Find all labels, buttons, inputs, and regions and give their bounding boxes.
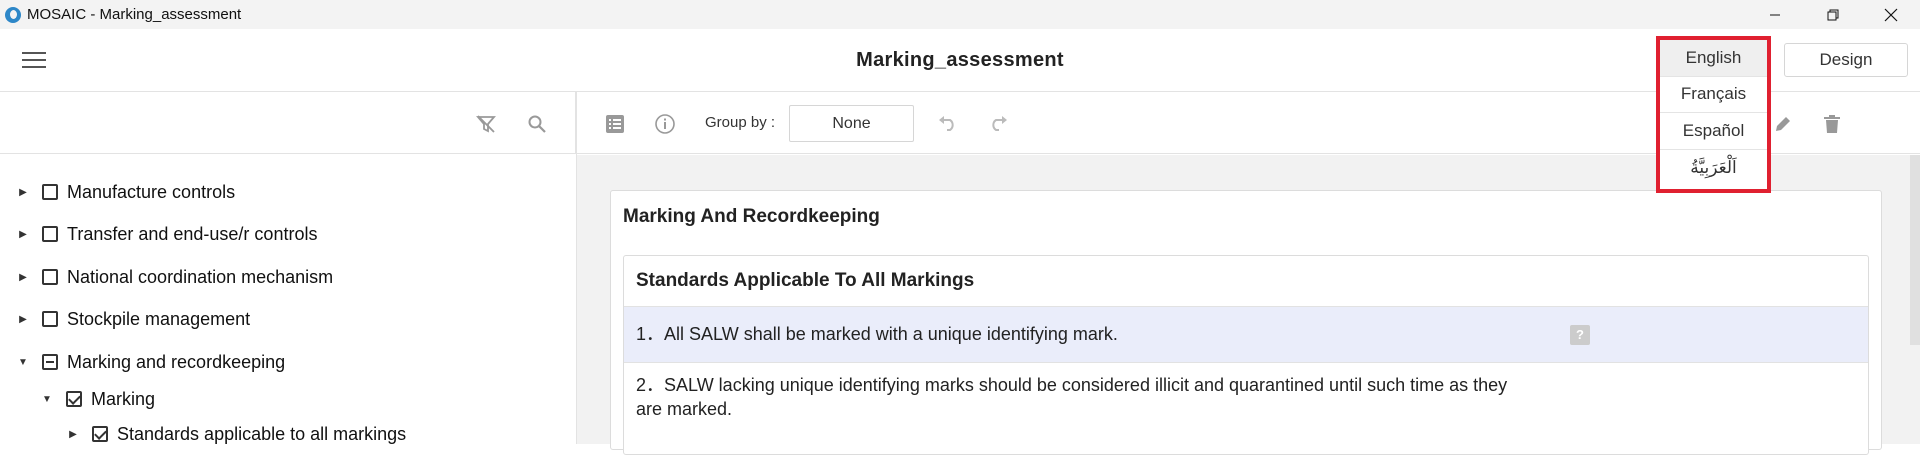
app-header: Marking_assessment Design bbox=[0, 29, 1920, 92]
close-icon bbox=[1884, 8, 1898, 21]
redo-icon[interactable] bbox=[986, 112, 1010, 136]
tree-checkbox[interactable] bbox=[42, 354, 58, 370]
mosaic-logo-icon bbox=[5, 6, 21, 23]
minimize-icon bbox=[1770, 14, 1780, 15]
restore-icon bbox=[1827, 9, 1839, 20]
help-icon[interactable]: ? bbox=[1570, 325, 1590, 345]
tree-item-label: Manufacture controls bbox=[67, 181, 236, 202]
language-option-spanish[interactable]: Español bbox=[1660, 113, 1767, 150]
edit-icon[interactable] bbox=[1771, 112, 1795, 136]
language-option-french[interactable]: Français bbox=[1660, 77, 1767, 113]
undo-icon[interactable] bbox=[936, 112, 960, 136]
window-title: MOSAIC - Marking_assessment bbox=[27, 6, 242, 23]
tree-checkbox[interactable] bbox=[42, 311, 58, 327]
tree-view: ▶ Manufacture controls ▶ Transfer and en… bbox=[0, 155, 576, 444]
subsection-card: Standards Applicable To All Markings 1．A… bbox=[623, 255, 1869, 455]
section-card: Marking And Recordkeeping Standards Appl… bbox=[610, 190, 1882, 455]
tree-item-label: Transfer and end-use/r controls bbox=[67, 223, 318, 244]
minimize-button[interactable] bbox=[1746, 0, 1804, 29]
tree-item-transfer-controls[interactable]: ▶ Transfer and end-use/r controls bbox=[16, 219, 317, 249]
clear-filter-icon[interactable] bbox=[474, 112, 498, 136]
collapse-caret-icon[interactable]: ▼ bbox=[40, 392, 54, 406]
tree-checkbox[interactable] bbox=[42, 226, 58, 242]
tree-checkbox[interactable] bbox=[92, 426, 108, 442]
tree-item-label: Marking bbox=[91, 388, 156, 409]
tree-toolbar bbox=[0, 92, 576, 154]
tree-item-label: Stockpile management bbox=[67, 308, 251, 329]
info-icon[interactable] bbox=[653, 112, 677, 136]
language-option-english[interactable]: English bbox=[1660, 40, 1767, 77]
tree-item-standards-all-markings[interactable]: ▶ Standards applicable to all markings bbox=[66, 419, 406, 449]
close-window-button[interactable] bbox=[1862, 0, 1920, 29]
tree-checkbox[interactable] bbox=[66, 391, 82, 407]
title-bar: MOSAIC - Marking_assessment bbox=[0, 0, 1920, 29]
group-by-label: Group by : bbox=[705, 114, 776, 131]
vertical-scrollbar[interactable] bbox=[1910, 155, 1920, 345]
question-text: 1．All SALW shall be marked with a unique… bbox=[636, 324, 1118, 344]
tree-checkbox[interactable] bbox=[42, 184, 58, 200]
tree-item-stockpile-management[interactable]: ▶ Stockpile management bbox=[16, 304, 250, 334]
content-area: Marking And Recordkeeping Standards Appl… bbox=[577, 155, 1920, 455]
expand-caret-icon[interactable]: ▶ bbox=[16, 312, 30, 326]
collapse-caret-icon[interactable]: ▼ bbox=[16, 355, 30, 369]
tree-item-label: National coordination mechanism bbox=[67, 266, 334, 287]
tree-item-marking[interactable]: ▼ Marking bbox=[40, 384, 155, 414]
tree-item-national-coordination[interactable]: ▶ National coordination mechanism bbox=[16, 262, 333, 292]
language-menu: English Français Español اَلْعَرَبِيَّةُ bbox=[1656, 36, 1771, 193]
tree-checkbox[interactable] bbox=[42, 269, 58, 285]
restore-button[interactable] bbox=[1804, 0, 1862, 29]
delete-icon[interactable] bbox=[1820, 112, 1844, 136]
expand-caret-icon[interactable]: ▶ bbox=[66, 427, 80, 441]
section-title: Marking And Recordkeeping bbox=[623, 206, 880, 227]
tree-item-manufacture-controls[interactable]: ▶ Manufacture controls bbox=[16, 177, 235, 207]
page-title: Marking_assessment bbox=[856, 49, 1064, 71]
tree-item-marking-recordkeeping[interactable]: ▼ Marking and recordkeeping bbox=[16, 347, 285, 377]
question-text: 2．SALW lacking unique identifying marks … bbox=[636, 375, 1508, 419]
language-option-arabic[interactable]: اَلْعَرَبِيَّةُ bbox=[1660, 150, 1767, 187]
design-button[interactable]: Design bbox=[1784, 43, 1908, 77]
tree-item-label: Standards applicable to all markings bbox=[117, 423, 407, 444]
subsection-title: Standards Applicable To All Markings bbox=[636, 270, 975, 291]
tree-item-label: Marking and recordkeeping bbox=[67, 351, 286, 372]
search-icon[interactable] bbox=[525, 112, 549, 136]
question-row[interactable]: 1．All SALW shall be marked with a unique… bbox=[624, 306, 1868, 362]
expand-caret-icon[interactable]: ▶ bbox=[16, 270, 30, 284]
question-row[interactable]: 2．SALW lacking unique identifying marks … bbox=[624, 362, 1868, 432]
list-view-icon[interactable] bbox=[603, 112, 627, 136]
group-by-select[interactable]: None bbox=[789, 105, 914, 142]
expand-caret-icon[interactable]: ▶ bbox=[16, 227, 30, 241]
expand-caret-icon[interactable]: ▶ bbox=[16, 185, 30, 199]
